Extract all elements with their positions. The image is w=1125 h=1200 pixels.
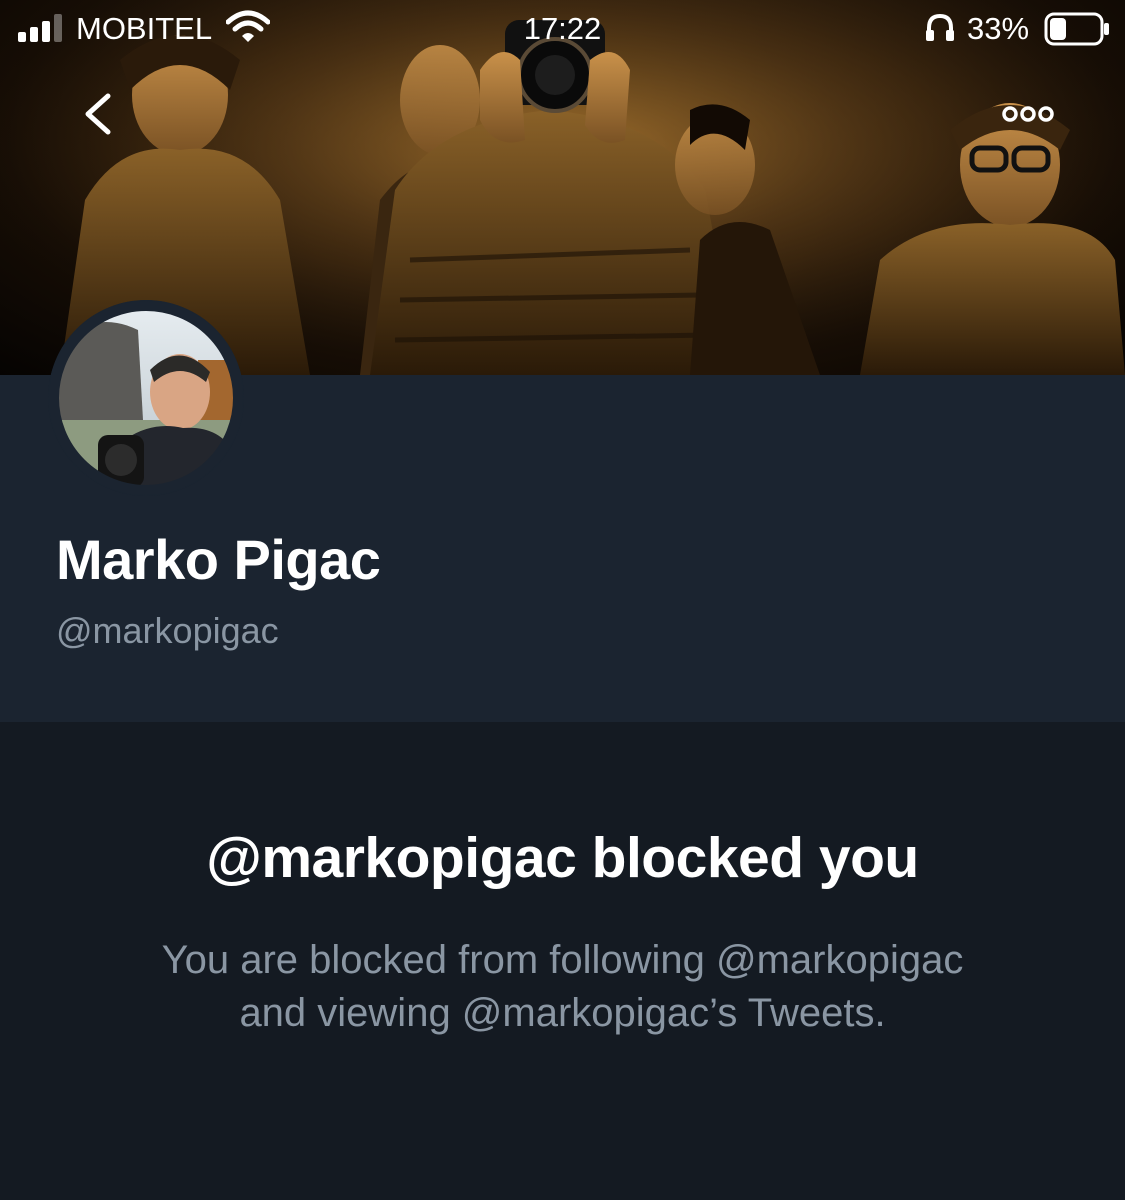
more-options-button[interactable]: [996, 96, 1060, 132]
clock: 17:22: [523, 11, 602, 46]
battery-percent: 33%: [967, 11, 1030, 46]
blocked-description-line-2: and viewing @markopigac’s Tweets.: [239, 991, 886, 1035]
avatar[interactable]: [48, 300, 244, 496]
blocked-description-line-1: You are blocked from following @markopig…: [161, 938, 964, 982]
blocked-description: You are blocked from following @markopig…: [60, 934, 1065, 1040]
profile-display-name: Marko Pigac: [56, 528, 381, 591]
status-bar: MOBITEL 17:22 33%: [0, 0, 1125, 60]
blocked-title: @markopigac blocked you: [206, 826, 919, 890]
avatar-photo: [48, 300, 244, 496]
back-button[interactable]: [72, 88, 124, 140]
more-dots-icon: [1002, 106, 1054, 122]
battery-icon: [1044, 12, 1109, 46]
profile-handle: @markopigac: [56, 610, 279, 651]
headphones-icon: [926, 13, 954, 41]
chevron-left-icon: [85, 93, 111, 135]
